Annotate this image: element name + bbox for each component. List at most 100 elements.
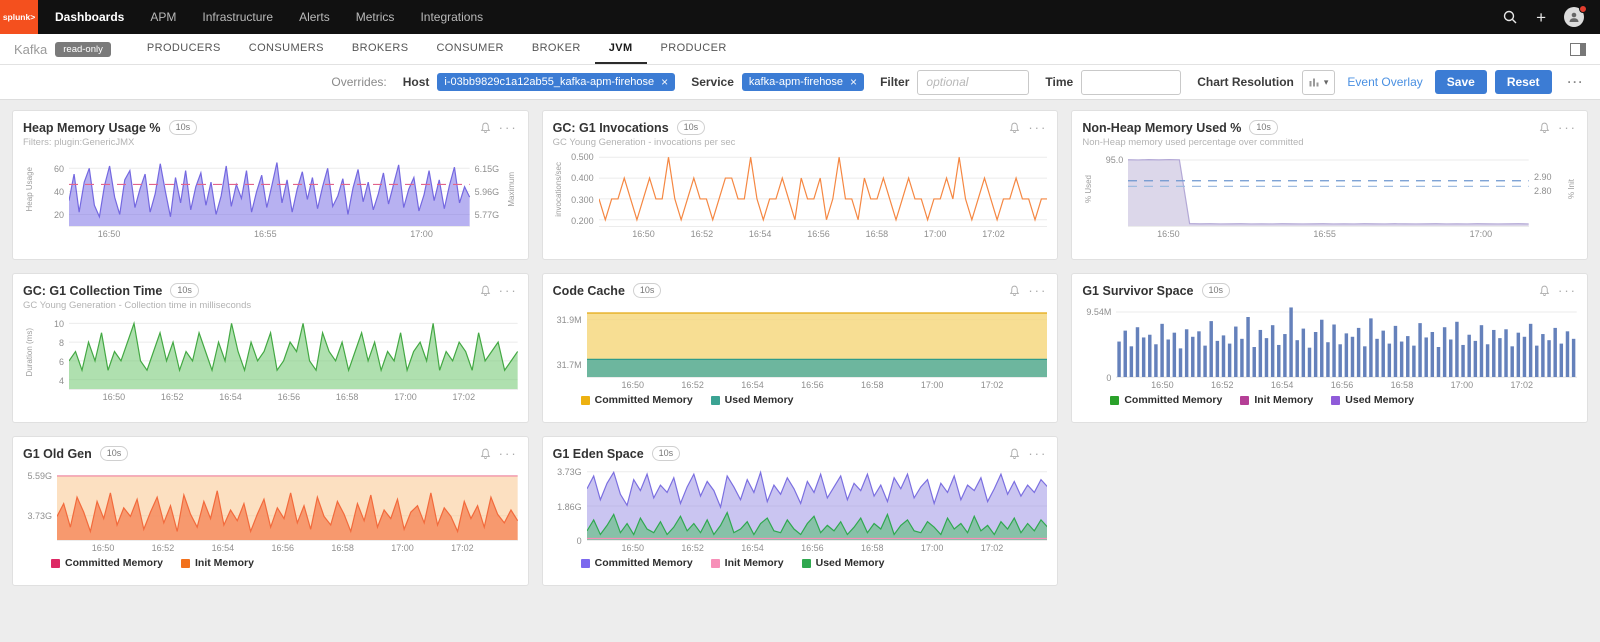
legend-item[interactable]: Init Memory xyxy=(181,557,254,569)
search-icon[interactable] xyxy=(1502,9,1518,25)
y-tick-label: 2.90 xyxy=(1534,172,1552,182)
breadcrumb[interactable]: Kafka xyxy=(14,42,47,57)
chart-canvas[interactable] xyxy=(599,151,1048,227)
add-icon[interactable]: + xyxy=(1536,9,1546,26)
more-options-icon[interactable]: ··· xyxy=(1568,75,1585,89)
x-tick-label: 16:50 xyxy=(1157,229,1180,239)
service-chip-remove-icon[interactable]: × xyxy=(850,76,857,88)
alert-bell-icon[interactable] xyxy=(480,122,491,134)
tab-jvm[interactable]: JVM xyxy=(595,34,647,64)
legend-item[interactable]: Used Memory xyxy=(1331,394,1414,406)
chart-card-header: G1 Survivor Space 10s ··· xyxy=(1082,282,1577,299)
plot-area[interactable]: 16:5016:5216:5416:5616:5817:0017:02 xyxy=(57,465,518,554)
tab-broker[interactable]: BROKER xyxy=(518,34,595,64)
chart-menu-icon[interactable]: ··· xyxy=(499,121,518,134)
filter-input[interactable] xyxy=(917,70,1029,95)
legend-item[interactable]: Committed Memory xyxy=(51,557,163,569)
chart-title: GC: G1 Collection Time xyxy=(23,284,162,298)
plot-area[interactable]: 16:5016:5216:5416:5616:5817:0017:02 xyxy=(587,465,1048,554)
tab-producers[interactable]: PRODUCERS xyxy=(133,34,235,64)
nav-item-dashboards[interactable]: Dashboards xyxy=(42,0,137,34)
chart-canvas[interactable] xyxy=(587,465,1048,541)
nav-item-apm[interactable]: APM xyxy=(137,0,189,34)
y-tick-label: 31.9M xyxy=(557,315,582,325)
splunk-logo[interactable]: splunk> xyxy=(0,0,38,34)
alert-bell-icon[interactable] xyxy=(480,448,491,460)
chart-resolution-select[interactable]: ▾ xyxy=(1302,70,1336,95)
legend-item[interactable]: Committed Memory xyxy=(581,557,693,569)
chart-menu-icon[interactable]: ··· xyxy=(1028,121,1047,134)
alert-bell-icon[interactable] xyxy=(1009,122,1020,134)
plot-area[interactable]: 16:5016:5216:5416:5616:5817:0017:02 xyxy=(599,151,1048,240)
plot-area[interactable]: 16:5016:5216:5416:5616:5817:0017:02 xyxy=(69,314,518,403)
alert-bell-icon[interactable] xyxy=(1009,448,1020,460)
event-overlay-link[interactable]: Event Overlay xyxy=(1347,75,1422,89)
y-axis-ticks-left: 3.73G1.86G0 xyxy=(553,465,587,541)
nav-item-integrations[interactable]: Integrations xyxy=(407,0,496,34)
legend-item[interactable]: Used Memory xyxy=(711,394,794,406)
alert-bell-icon[interactable] xyxy=(1009,285,1020,297)
service-chip[interactable]: kafka-apm-firehose × xyxy=(742,73,864,91)
chart-body: Duration (ms)1086416:5016:5216:5416:5616… xyxy=(23,311,518,403)
chart-menu-icon[interactable]: ··· xyxy=(1558,284,1577,297)
chart-menu-icon[interactable]: ··· xyxy=(499,284,518,297)
host-chip[interactable]: i-03bb9829c1a12ab55_kafka-apm-firehose × xyxy=(437,73,675,91)
chart-menu-icon[interactable]: ··· xyxy=(1028,447,1047,460)
chart-canvas[interactable] xyxy=(69,151,470,227)
legend-item[interactable]: Init Memory xyxy=(1240,394,1313,406)
tab-consumer[interactable]: CONSUMER xyxy=(422,34,517,64)
x-tick-label: 17:02 xyxy=(451,543,474,553)
x-axis-ticks: 16:5016:5216:5416:5616:5817:0017:02 xyxy=(599,227,1048,240)
top-navigation: splunk> DashboardsAPMInfrastructureAlert… xyxy=(0,0,1600,34)
x-tick-label: 16:52 xyxy=(691,229,714,239)
legend-item[interactable]: Committed Memory xyxy=(581,394,693,406)
nav-item-metrics[interactable]: Metrics xyxy=(343,0,408,34)
alert-bell-icon[interactable] xyxy=(480,285,491,297)
alert-bell-icon[interactable] xyxy=(1539,122,1550,134)
y-axis-label-left: % Used xyxy=(1082,151,1094,227)
chart-menu-icon[interactable]: ··· xyxy=(1028,284,1047,297)
chart-body: 3.73G1.86G016:5016:5216:5416:5616:5817:0… xyxy=(553,462,1048,554)
avatar[interactable] xyxy=(1564,7,1584,27)
chart-canvas[interactable] xyxy=(1128,151,1529,227)
chart-canvas[interactable] xyxy=(69,314,518,390)
dashboard-tabs: PRODUCERSCONSUMERSBROKERSCONSUMERBROKERJ… xyxy=(133,34,741,64)
tab-brokers[interactable]: BROKERS xyxy=(338,34,423,64)
legend-label: Committed Memory xyxy=(1124,394,1222,406)
tab-producer[interactable]: PRODUCER xyxy=(647,34,741,64)
x-tick-label: 16:50 xyxy=(92,543,115,553)
plot-area[interactable]: 16:5016:5517:00 xyxy=(69,151,470,240)
chart-canvas[interactable] xyxy=(1116,302,1577,378)
legend-swatch xyxy=(711,559,720,568)
save-button[interactable]: Save xyxy=(1435,70,1487,94)
x-tick-label: 17:02 xyxy=(982,229,1005,239)
legend-item[interactable]: Init Memory xyxy=(711,557,784,569)
y-axis-ticks-right: 2.90 2.80 xyxy=(1529,151,1565,227)
plot-area[interactable]: 16:5016:5216:5416:5616:5817:0017:02 xyxy=(587,302,1048,391)
time-input[interactable] xyxy=(1081,70,1181,95)
chart-canvas[interactable] xyxy=(587,302,1048,378)
chart-body: 9.54M016:5016:5216:5416:5616:5817:0017:0… xyxy=(1082,299,1577,391)
x-axis-ticks: 16:5016:5517:00 xyxy=(1128,227,1529,240)
tab-consumers[interactable]: CONSUMERS xyxy=(235,34,338,64)
legend-item[interactable]: Committed Memory xyxy=(1110,394,1222,406)
plot-area[interactable]: 16:5016:5216:5416:5616:5817:0017:02 xyxy=(1116,302,1577,391)
legend-item[interactable]: Used Memory xyxy=(802,557,885,569)
y-tick-label: 2.80 xyxy=(1534,186,1552,196)
panel-toggle-icon[interactable] xyxy=(1570,43,1586,56)
nav-item-infrastructure[interactable]: Infrastructure xyxy=(189,0,286,34)
chart-canvas[interactable] xyxy=(57,465,518,541)
legend-swatch xyxy=(181,559,190,568)
x-tick-label: 16:50 xyxy=(98,229,121,239)
alert-bell-icon[interactable] xyxy=(1539,285,1550,297)
chart-subtitle: GC Young Generation - invocations per se… xyxy=(553,137,1048,148)
reset-button[interactable]: Reset xyxy=(1495,70,1552,94)
plot-area[interactable]: 16:5016:5517:00 xyxy=(1128,151,1529,240)
chart-menu-icon[interactable]: ··· xyxy=(1558,121,1577,134)
nav-item-alerts[interactable]: Alerts xyxy=(286,0,343,34)
x-tick-label: 16:54 xyxy=(749,229,772,239)
y-tick-label: 20 xyxy=(54,210,64,220)
host-chip-remove-icon[interactable]: × xyxy=(661,76,668,88)
x-tick-label: 16:54 xyxy=(219,392,242,402)
chart-menu-icon[interactable]: ··· xyxy=(499,447,518,460)
